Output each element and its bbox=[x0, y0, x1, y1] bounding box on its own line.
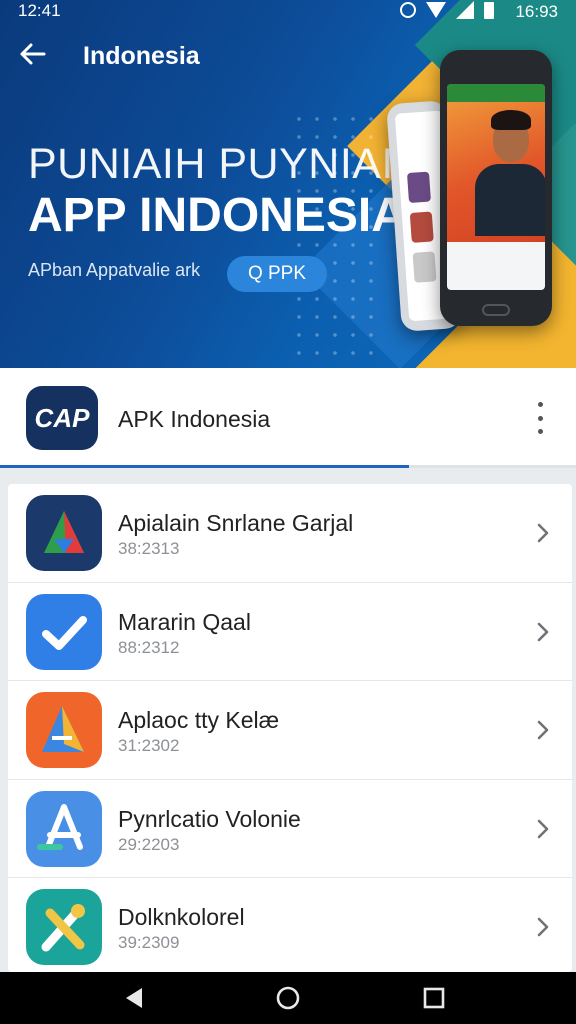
app-logo-icon: CAP bbox=[35, 403, 91, 433]
progress-bar-fill bbox=[0, 465, 409, 468]
app-list: Apialain Snrlane Garjal 38:2313 Mararin … bbox=[8, 484, 572, 972]
list-item-subtitle: 38:2313 bbox=[118, 539, 180, 558]
nav-home-button[interactable] bbox=[274, 984, 302, 1012]
app-header-card: CAP APK Indonesia bbox=[0, 368, 576, 468]
hero-title-line-2: APP INDONESIA bbox=[28, 189, 406, 242]
triangle-a-icon bbox=[26, 495, 102, 571]
list-item-title: Aplaoc tty Kelæ bbox=[118, 707, 280, 733]
list-item[interactable]: Apialain Snrlane Garjal 38:2313 bbox=[8, 484, 572, 583]
phone-screen-header bbox=[447, 84, 545, 102]
hero-subtitle: APban Appatvalie ark bbox=[28, 260, 201, 280]
hero-pill-button[interactable]: Q PPK bbox=[227, 256, 327, 292]
app-store-a-icon bbox=[26, 790, 102, 867]
more-vertical-icon bbox=[537, 415, 543, 421]
signal-icon bbox=[456, 1, 474, 19]
app-name: APK Indonesia bbox=[118, 406, 271, 432]
list-item[interactable]: Aplaoc tty Kelæ 31:2302 bbox=[8, 681, 572, 780]
chevron-right-icon bbox=[536, 718, 550, 742]
status-icons bbox=[400, 1, 494, 19]
phone-screen-footer bbox=[447, 242, 545, 290]
hero-banner: 12:41 16:93 Indonesia PUNIAIH PUYNIAI < … bbox=[0, 0, 576, 368]
more-vertical-icon bbox=[537, 402, 543, 407]
more-vertical-icon bbox=[537, 429, 543, 434]
nav-recent-icon bbox=[423, 987, 445, 1009]
thumbnail bbox=[412, 251, 437, 283]
tools-icon bbox=[26, 889, 102, 965]
app-logo-text: CAP bbox=[35, 403, 91, 433]
status-time-right: 16:93 bbox=[515, 2, 558, 21]
back-button[interactable] bbox=[14, 36, 50, 72]
app-logo: CAP bbox=[26, 386, 98, 450]
person-figure bbox=[491, 110, 531, 130]
list-item[interactable]: Dolknkolorel 39:2309 bbox=[8, 878, 572, 972]
page-title: Indonesia bbox=[83, 42, 200, 70]
status-bar: 12:41 16:93 bbox=[0, 0, 576, 22]
nav-recent-button[interactable] bbox=[420, 984, 448, 1012]
battery-icon bbox=[484, 1, 494, 19]
wifi-icon bbox=[426, 2, 446, 18]
more-options-button[interactable] bbox=[528, 400, 552, 436]
phone-home-button bbox=[482, 304, 510, 316]
list-item-subtitle: 29:2203 bbox=[118, 834, 180, 854]
list-item-title: Apialain Snrlane Garjal bbox=[118, 510, 354, 536]
checkmark-icon bbox=[26, 593, 102, 670]
hero-title-line-1: PUNIAIH PUYNIAI < bbox=[28, 140, 432, 188]
list-item-subtitle: 39:2309 bbox=[118, 933, 180, 952]
nav-back-button[interactable] bbox=[120, 984, 148, 1012]
status-time-left: 12:41 bbox=[18, 1, 61, 20]
nav-back-icon bbox=[126, 988, 142, 1008]
system-nav-bar bbox=[0, 972, 576, 1024]
progress-bar bbox=[0, 465, 576, 468]
nav-home-icon bbox=[276, 986, 300, 1010]
paper-plane-a-icon bbox=[26, 692, 102, 768]
chevron-right-icon bbox=[536, 915, 550, 939]
list-item[interactable]: Pynrlcatio Volonie 29:2203 bbox=[8, 780, 572, 878]
chevron-right-icon bbox=[536, 521, 550, 545]
phone-illustration-front bbox=[440, 50, 552, 326]
phone-screen bbox=[447, 84, 545, 290]
list-item-title: Pynrlcatio Volonie bbox=[118, 805, 301, 832]
arrow-left-icon bbox=[20, 43, 46, 65]
list-item-title: Mararin Qaal bbox=[118, 608, 251, 635]
alarm-icon bbox=[400, 2, 416, 18]
list-item-subtitle: 88:2312 bbox=[118, 637, 180, 657]
chevron-right-icon bbox=[536, 620, 550, 644]
list-item-subtitle: 31:2302 bbox=[118, 736, 180, 755]
thumbnail bbox=[409, 211, 434, 243]
list-item[interactable]: Mararin Qaal 88:2312 bbox=[8, 583, 572, 681]
chevron-right-icon bbox=[536, 817, 550, 841]
list-item-title: Dolknkolorel bbox=[118, 904, 245, 930]
person-figure bbox=[475, 164, 545, 236]
thumbnail bbox=[406, 171, 432, 204]
